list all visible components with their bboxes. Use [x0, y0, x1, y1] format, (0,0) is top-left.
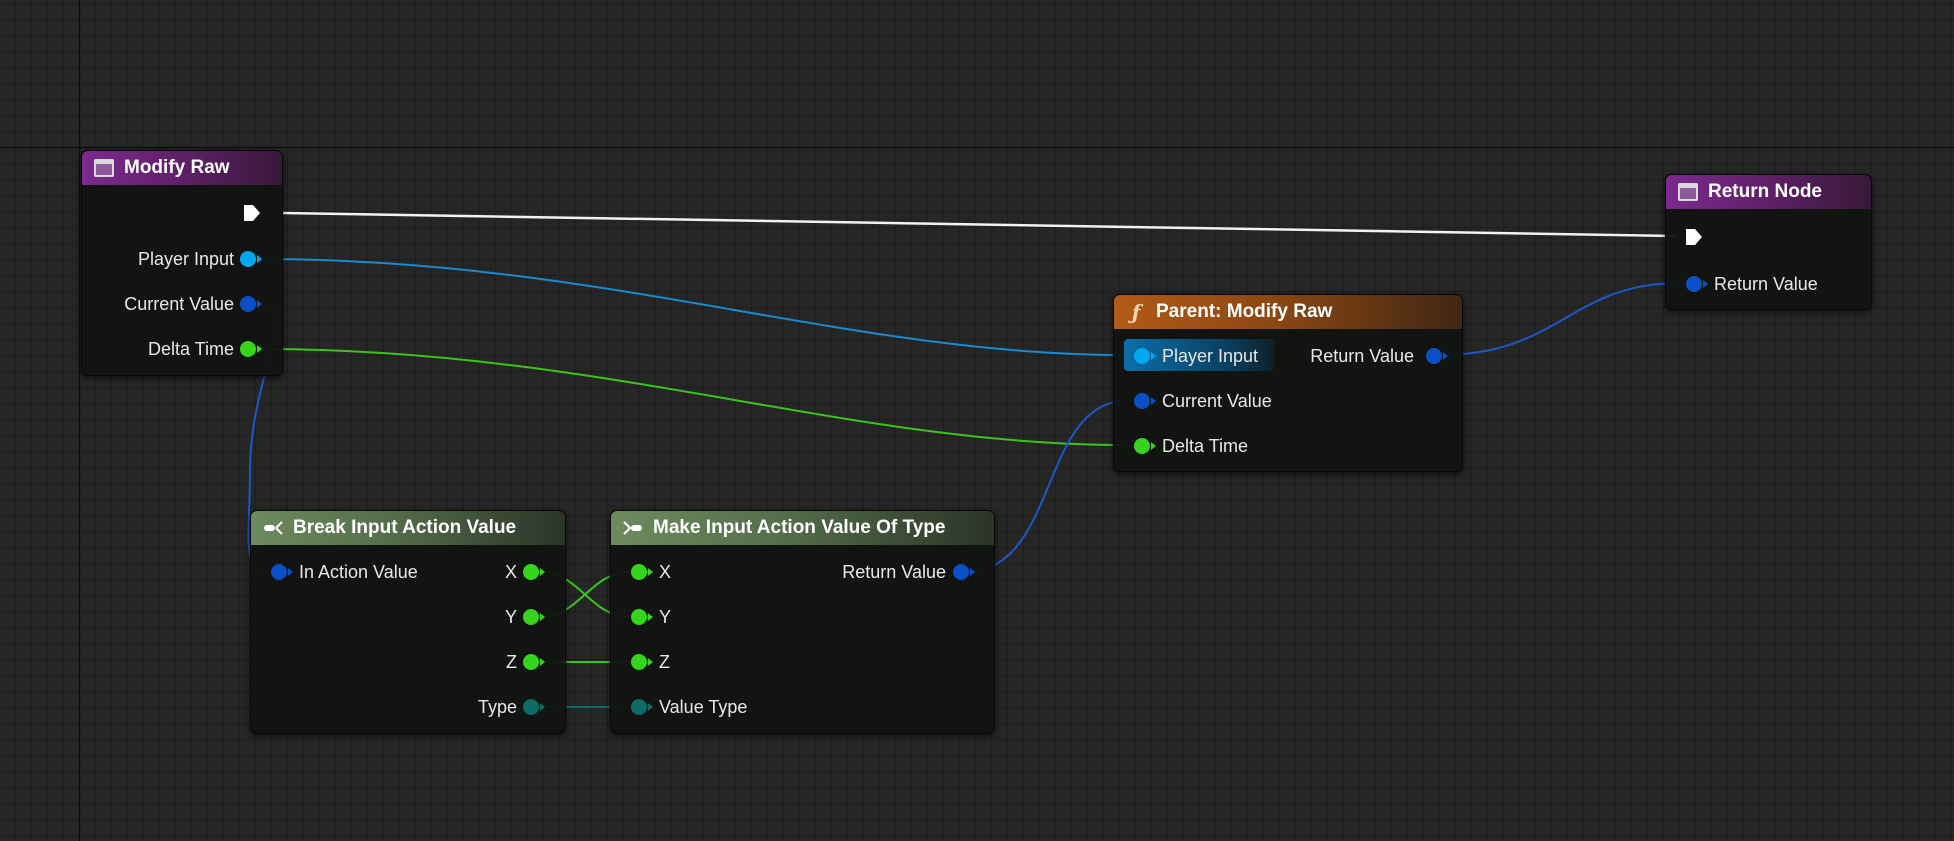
modify-raw-header[interactable]: Modify Raw — [82, 151, 282, 185]
return-node-header[interactable]: Return Node — [1666, 175, 1871, 209]
return-node[interactable]: Return Node Return Value — [1665, 174, 1872, 310]
parent-return-value-pin[interactable] — [1426, 348, 1448, 364]
break-x-label: X — [504, 562, 517, 582]
parent-modify-raw-node[interactable]: ƒ Parent: Modify Raw Player Input Curren… — [1113, 294, 1463, 472]
break-z-pin[interactable] — [523, 654, 545, 670]
parent-modify-raw-header[interactable]: ƒ Parent: Modify Raw — [1114, 295, 1462, 329]
make-value-type-pin[interactable] — [631, 699, 653, 715]
modify-raw-node[interactable]: Modify Raw Player Input Current Value De… — [81, 150, 283, 376]
make-return-value-pin[interactable] — [953, 564, 975, 580]
delta-time-label: Delta Time — [147, 339, 234, 359]
parent-player-input-pin[interactable] — [1134, 348, 1156, 364]
break-type-pin[interactable] — [523, 699, 545, 715]
parent-current-value-pin[interactable] — [1134, 393, 1156, 409]
parent-return-value-label: Return Value — [1310, 346, 1414, 366]
in-action-value-label: In Action Value — [299, 562, 418, 582]
parent-modify-raw-title: Parent: Modify Raw — [1156, 301, 1333, 322]
make-return-value-label: Return Value — [842, 562, 946, 582]
return-value-input-pin[interactable] — [1686, 276, 1708, 292]
in-action-value-pin[interactable] — [271, 564, 293, 580]
return-value-label: Return Value — [1714, 274, 1818, 294]
modify-raw-title: Modify Raw — [124, 157, 230, 178]
delta-time-wire — [262, 348, 1125, 446]
current-value-label: Current Value — [124, 294, 234, 314]
function-icon: ƒ — [1131, 300, 1141, 324]
make-z-label: Z — [659, 652, 670, 672]
break-input-action-value-header[interactable]: Break Input Action Value — [251, 511, 565, 545]
player-input-label: Player Input — [137, 249, 234, 269]
exec-wire — [282, 211, 1678, 238]
parent-current-value-label: Current Value — [1162, 391, 1272, 411]
parent-delta-time-label: Delta Time — [1162, 436, 1249, 456]
parent-delta-time-pin[interactable] — [1134, 438, 1156, 454]
break-struct-icon — [261, 516, 285, 540]
make-input-action-value-header[interactable]: Make Input Action Value Of Type — [611, 511, 994, 545]
make-x-pin[interactable] — [631, 564, 653, 580]
break-y-label: Y — [504, 607, 517, 627]
make-input-action-value-node[interactable]: Make Input Action Value Of Type X Y Z Va… — [610, 510, 995, 734]
parent-return-to-return-node-wire — [1439, 282, 1681, 356]
break-input-action-value-title: Break Input Action Value — [293, 517, 517, 538]
event-icon — [92, 156, 116, 180]
make-input-action-value-title: Make Input Action Value Of Type — [653, 517, 946, 538]
parent-player-input-label: Player Input — [1162, 346, 1259, 366]
delta-time-pin[interactable] — [240, 341, 262, 357]
return-node-title: Return Node — [1708, 181, 1822, 202]
player-input-wire — [262, 258, 1125, 356]
exec-input-pin[interactable] — [1684, 227, 1704, 247]
break-y-pin[interactable] — [523, 609, 545, 625]
make-return-to-parent-current-wire — [972, 399, 1131, 573]
current-value-pin[interactable] — [240, 296, 262, 312]
exec-output-pin[interactable] — [242, 203, 262, 223]
make-y-label: Y — [659, 607, 672, 627]
function-entry-icon — [1676, 180, 1700, 204]
break-input-action-value-node[interactable]: Break Input Action Value In Action Value… — [250, 510, 566, 734]
make-z-pin[interactable] — [631, 654, 653, 670]
make-struct-icon — [621, 516, 645, 540]
make-value-type-label: Value Type — [659, 697, 748, 717]
break-type-label: Type — [477, 697, 517, 717]
break-x-pin[interactable] — [523, 564, 545, 580]
break-z-label: Z — [506, 652, 517, 672]
player-input-pin[interactable] — [240, 251, 262, 267]
make-x-label: X — [659, 562, 672, 582]
make-y-pin[interactable] — [631, 609, 653, 625]
